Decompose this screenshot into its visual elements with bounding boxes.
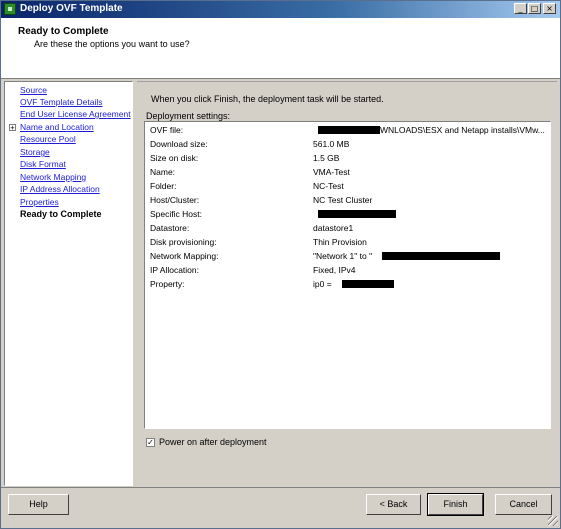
setting-row: Name: VMA-Test [150,166,350,178]
nav-item-properties[interactable]: Properties [20,197,59,208]
nav-item-resource-pool[interactable]: Resource Pool [20,134,76,145]
back-button[interactable]: < Back [366,494,421,515]
setting-key: Name: [150,167,176,177]
expand-icon[interactable]: + [9,124,16,132]
close-button[interactable]: × [543,3,556,14]
page-subtitle: Are these the options you want to use? [34,39,190,49]
nav-item-disk-format[interactable]: Disk Format [20,159,66,170]
setting-row: Datastore: datastore1 [150,222,353,234]
resize-grip-icon[interactable] [548,516,558,526]
setting-key: Specific Host: [150,209,202,219]
nav-item-eula[interactable]: End User License Agreement [20,109,131,120]
redaction [382,252,500,260]
settings-label: Deployment settings: [146,111,231,121]
help-button[interactable]: Help [8,494,69,515]
setting-row: Network Mapping: "Network 1" to " [150,250,500,262]
content-divider [137,81,557,82]
setting-value: NC-Test [313,181,344,191]
cancel-button[interactable]: Cancel [495,494,552,515]
setting-row: Disk provisioning: Thin Provision [150,236,367,248]
setting-row: Size on disk: 1.5 GB [150,152,339,164]
setting-row: Specific Host: [150,208,396,220]
redaction [318,126,380,134]
setting-value: datastore1 [313,223,354,233]
page-title: Ready to Complete [18,26,109,37]
setting-value: "Network 1" to " [313,251,373,261]
setting-row: Folder: NC-Test [150,180,344,192]
nav-item-name-and-location[interactable]: Name and Location [20,122,94,133]
setting-key: Download size: [150,139,208,149]
setting-row: Property: ip0 = [150,278,394,290]
nav-item-source[interactable]: Source [20,85,47,96]
wizard-header: Ready to Complete Are these the options … [1,18,560,79]
wizard-steps-nav: Source OVF Template Details End User Lic… [4,81,133,486]
setting-value: Fixed, IPv4 [313,265,356,275]
setting-key: Size on disk: [150,153,199,163]
setting-key: Folder: [150,181,177,191]
window-title: Deploy OVF Template [20,3,123,14]
nav-item-storage[interactable]: Storage [20,147,50,158]
setting-key: OVF file: [150,125,184,135]
intro-text: When you click Finish, the deployment ta… [151,94,384,104]
deployment-settings-box: OVF file: WNLOADS\ESX and Netapp install… [144,121,551,429]
deploy-ovf-window: Deploy OVF Template _ □ × Ready to Compl… [0,0,561,529]
setting-key: Disk provisioning: [150,237,217,247]
redaction [342,280,394,288]
setting-row: OVF file: WNLOADS\ESX and Netapp install… [150,124,545,136]
setting-value: 1.5 GB [313,153,340,163]
setting-key: Property: [150,279,185,289]
setting-value: ip0 = [313,279,332,289]
nav-item-ready-to-complete: Ready to Complete [20,209,102,219]
nav-item-ip-address-allocation[interactable]: IP Address Allocation [20,184,100,195]
nav-item-network-mapping[interactable]: Network Mapping [20,172,86,183]
power-on-checkbox[interactable]: ✓ [146,438,155,448]
footer-divider [1,487,560,488]
redaction [318,210,396,218]
maximize-button[interactable]: □ [528,3,541,14]
setting-key: Network Mapping: [150,251,219,261]
setting-key: Host/Cluster: [150,195,200,205]
minimize-button[interactable]: _ [514,3,527,14]
app-icon [4,3,16,15]
setting-key: IP Allocation: [150,265,199,275]
power-on-option[interactable]: ✓ Power on after deployment [146,437,267,448]
setting-value: WNLOADS\ESX and Netapp installs\VMw... [380,125,545,135]
setting-key: Datastore: [150,223,190,233]
setting-value: NC Test Cluster [313,195,373,205]
title-bar: Deploy OVF Template _ □ × [1,1,560,18]
setting-value: VMA-Test [313,167,350,177]
setting-row: Host/Cluster: NC Test Cluster [150,194,372,206]
nav-item-ovf-template-details[interactable]: OVF Template Details [20,97,103,108]
finish-button[interactable]: Finish [427,493,484,516]
setting-value: Thin Provision [313,237,367,247]
setting-row: IP Allocation: Fixed, IPv4 [150,264,356,276]
power-on-label: Power on after deployment [159,437,267,447]
setting-row: Download size: 561.0 MB [150,138,349,150]
setting-value: 561.0 MB [313,139,350,149]
